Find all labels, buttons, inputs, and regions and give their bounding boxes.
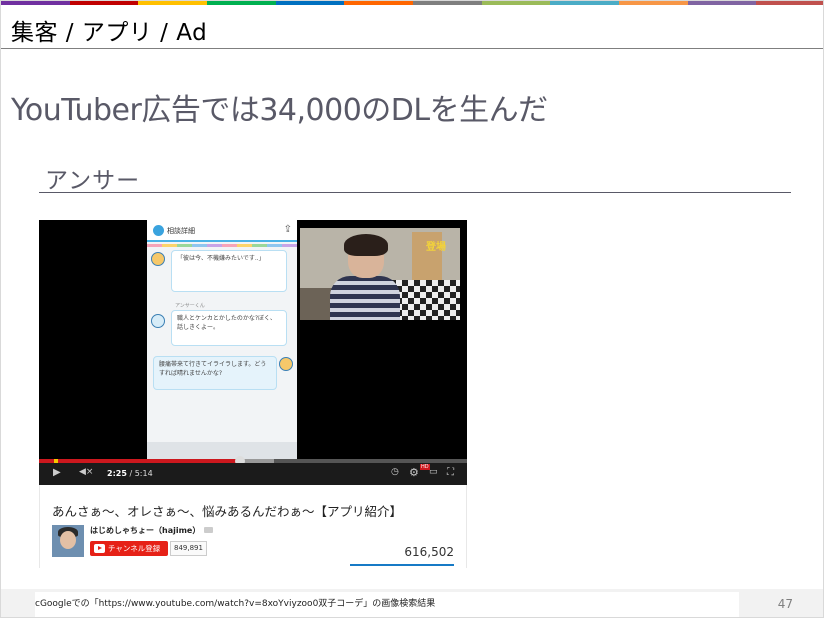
app-header-label: 相談詳細 <box>167 227 195 235</box>
top-color-stripe <box>1 1 823 5</box>
stripe-segment <box>756 1 823 5</box>
stripe-segment <box>69 1 139 5</box>
channel-avatar[interactable] <box>52 525 84 557</box>
header-divider <box>1 48 823 49</box>
webcam-caption: 登場 <box>426 242 446 253</box>
volume-muted-icon[interactable]: ◀× <box>79 467 93 477</box>
app-color-dots <box>147 244 297 247</box>
page-number: 47 <box>777 597 793 611</box>
theater-mode-icon[interactable]: ▭ <box>429 467 438 477</box>
stripe-segment <box>413 1 482 5</box>
app-dot <box>267 244 282 247</box>
time-total: 5:14 <box>134 469 153 478</box>
play-icon[interactable]: ▶ <box>53 467 61 478</box>
video-player[interactable]: 相談詳細 ⇪ 「彼は今、不機嫌みたいです..」 アンサーくん 職人とケンカとかし… <box>39 220 467 485</box>
subtitle-divider <box>39 192 791 193</box>
slide-title: YouTuber広告では34,000のDLを生んだ <box>11 93 548 128</box>
fullscreen-icon[interactable]: ⛶ <box>447 467 454 478</box>
time-display: 2:25 / 5:14 <box>107 469 153 478</box>
chat-bubble-2-text: 職人とケンカとかしたのかな?ぼく、話しきくよー。 <box>177 315 277 331</box>
view-count: 616,502 <box>404 545 454 559</box>
stripe-segment <box>344 1 414 5</box>
share-icon: ⇪ <box>283 224 292 235</box>
bubble2-name: アンサーくん <box>175 303 205 309</box>
app-dot <box>237 244 252 247</box>
time-current: 2:25 <box>107 469 127 478</box>
stripe-segment <box>275 1 345 5</box>
like-ratio-bar <box>350 564 454 566</box>
app-screen: 相談詳細 ⇪ 「彼は今、不機嫌みたいです..」 アンサーくん 職人とケンカとかし… <box>147 220 297 460</box>
subscribe-button[interactable]: チャンネル登録 <box>90 541 168 556</box>
gear-icon[interactable]: ⚙ <box>409 466 419 479</box>
stripe-segment <box>138 1 208 5</box>
app-dot <box>192 244 207 247</box>
chat-bubble-2: 職人とケンカとかしたのかな?ぼく、話しきくよー。 <box>171 310 287 346</box>
stripe-segment <box>550 1 620 5</box>
app-logo-icon <box>153 225 164 236</box>
chat-bubble-1-text: 「彼は今、不機嫌みたいです..」 <box>177 255 265 262</box>
time-separator: / <box>126 469 135 478</box>
stripe-segment <box>481 1 551 5</box>
channel-name[interactable]: はじめしゃちょー（hajime） <box>90 525 200 536</box>
answer-avatar-icon <box>151 314 165 328</box>
header-title: 集客 / アプリ / Ad <box>11 20 208 46</box>
youtube-screenshot: 相談詳細 ⇪ 「彼は今、不機嫌みたいです..」 アンサーくん 職人とケンカとかし… <box>39 220 467 568</box>
app-dot <box>147 244 162 247</box>
webcam-person-hair <box>344 234 388 256</box>
slide: 集客 / アプリ / Ad YouTuber広告では34,000のDLを生んだ … <box>0 0 824 618</box>
app-dot <box>252 244 267 247</box>
stripe-segment <box>619 1 688 5</box>
app-dot <box>282 244 297 247</box>
subscribe-label: チャンネル登録 <box>108 544 161 553</box>
video-title: あんさぁ〜、オレさぁ〜、悩みあるんだわぁ〜【アプリ紹介】 <box>52 504 403 519</box>
stripe-segment <box>687 1 757 5</box>
app-dot <box>222 244 237 247</box>
app-header: 相談詳細 ⇪ <box>147 220 297 242</box>
stripe-segment <box>207 1 276 5</box>
user-avatar-icon-2 <box>279 357 293 371</box>
source-credit: cGoogleでの「https://www.youtube.com/watch?… <box>35 592 739 617</box>
app-dot <box>207 244 222 247</box>
youtube-play-icon <box>94 544 105 553</box>
user-avatar-icon <box>151 252 165 266</box>
clock-icon[interactable]: ◷ <box>391 467 399 477</box>
webcam-person-body <box>330 276 400 320</box>
verified-icon <box>204 527 213 533</box>
stripe-segment <box>1 1 70 5</box>
slide-subtitle: アンサー <box>45 168 141 194</box>
chat-bubble-3: 腰痛帯来て行きてイライラします。どうすれば晴れませんかな? <box>153 356 277 390</box>
app-bottom-bar <box>147 442 297 460</box>
video-info: あんさぁ〜、オレさぁ〜、悩みあるんだわぁ〜【アプリ紹介】 はじめしゃちょー（ha… <box>39 485 467 568</box>
player-controls: ▶ ◀× 2:25 / 5:14 ◷ ⚙ HD ▭ ⛶ <box>39 463 467 485</box>
chat-bubble-1: 「彼は今、不機嫌みたいです..」 <box>171 250 287 292</box>
webcam-overlay: 登場 <box>300 228 460 320</box>
app-dot <box>162 244 177 247</box>
chat-bubble-3-text: 腰痛帯来て行きてイライラします。どうすれば晴れませんかな? <box>159 361 267 377</box>
subscriber-count: 849,891 <box>170 541 207 556</box>
app-dot <box>177 244 192 247</box>
